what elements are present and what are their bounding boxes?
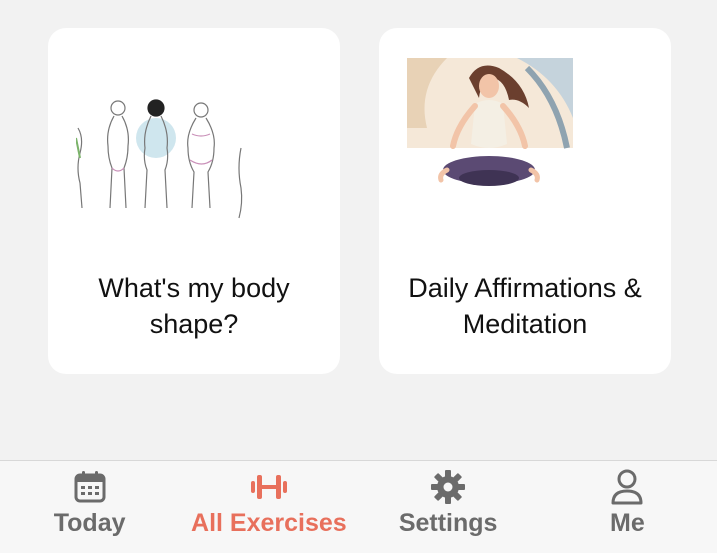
body-shape-card[interactable]: What's my body shape? (48, 28, 340, 374)
person-icon (611, 469, 643, 505)
tab-bar: Today All Exercises Settings Me (0, 460, 717, 553)
tab-all-exercises-label: All Exercises (191, 509, 347, 537)
dumbbell-icon (250, 475, 287, 499)
tab-today-label: Today (53, 509, 126, 537)
tab-settings[interactable]: Settings (359, 461, 538, 553)
tab-settings-label: Settings (398, 509, 498, 537)
tab-today[interactable]: Today (0, 461, 179, 553)
body-shape-card-title: What's my body shape? (98, 273, 290, 339)
affirmations-card[interactable]: Daily Affirmations & Meditation (379, 28, 671, 374)
tab-me-label: Me (610, 509, 645, 537)
calendar-icon (74, 471, 106, 503)
affirmations-card-title: Daily Affirmations & Meditation (408, 273, 642, 339)
gear-icon (431, 470, 466, 504)
tab-me[interactable]: Me (538, 461, 717, 553)
tab-all-exercises[interactable]: All Exercises (179, 461, 358, 553)
meditation-illustration (407, 58, 573, 186)
body-shapes-illustration (76, 99, 243, 219)
